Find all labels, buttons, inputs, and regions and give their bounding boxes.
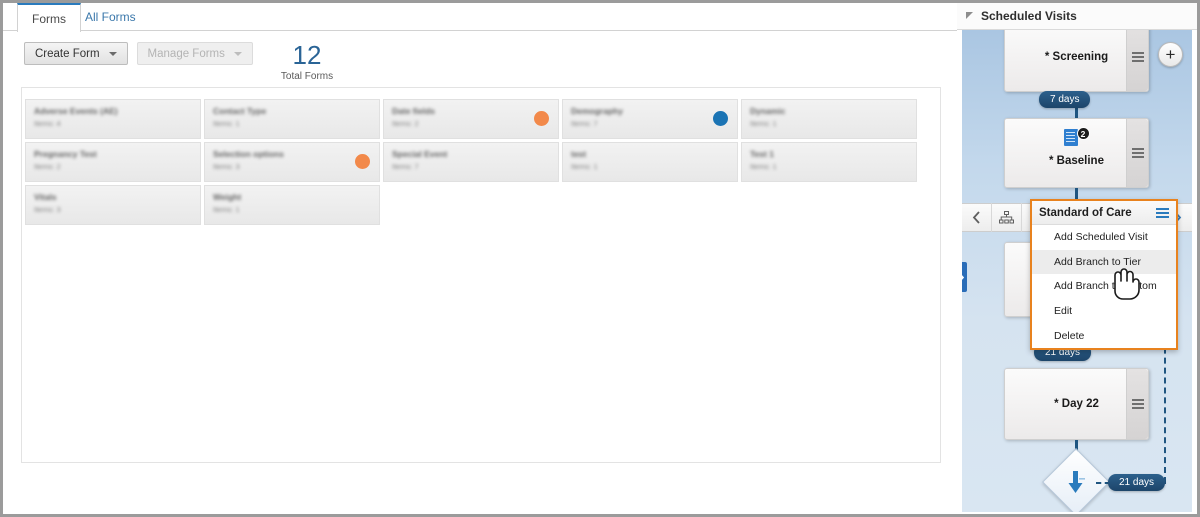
form-card-subtitle: Items: 2	[34, 162, 61, 171]
form-card-subtitle: Items: 3	[34, 205, 61, 214]
form-card[interactable]: Special Event Items: 7	[383, 142, 559, 182]
form-status-dot	[355, 154, 370, 169]
tab-forms-label: Forms	[32, 11, 66, 26]
form-card-subtitle: Items: 4	[34, 119, 61, 128]
chevron-down-icon	[233, 51, 242, 56]
tier-hierarchy-button[interactable]	[992, 203, 1022, 232]
total-forms-count: 12	[292, 40, 322, 70]
document-icon	[1063, 129, 1078, 146]
create-form-button[interactable]: Create Form	[24, 42, 128, 65]
hamburger-icon	[1131, 52, 1144, 62]
context-menu-title: Standard of Care	[1039, 206, 1132, 219]
form-status-dot	[534, 111, 549, 126]
context-menu-items: Add Scheduled Visit Add Branch to Tier Add…	[1032, 225, 1176, 348]
forms-toolbar: Create Form Manage Forms 12 Total Forms	[3, 31, 957, 82]
visit-node-label: * Day 22	[1054, 398, 1099, 410]
tab-all-forms[interactable]: All Forms	[71, 3, 150, 31]
visit-flow-canvas[interactable]: * Screening 7 days 2 * Baseline 21 days …	[962, 30, 1192, 512]
form-card[interactable]: Dynamic Items: 1	[741, 99, 917, 139]
chevron-left-icon	[972, 211, 980, 224]
form-card[interactable]: Adverse Events (AE) Items: 4	[25, 99, 201, 139]
form-card-title: Adverse Events (AE)	[34, 106, 118, 116]
form-card-title: Pregnancy Test	[34, 149, 97, 159]
visit-node-menu-handle[interactable]	[1126, 369, 1148, 439]
hamburger-icon	[1131, 399, 1144, 409]
context-menu-header[interactable]: Standard of Care	[1032, 201, 1176, 225]
form-card-title: Test 1	[750, 149, 774, 159]
visit-node-screening[interactable]: * Screening	[1004, 30, 1149, 92]
hamburger-icon	[1131, 148, 1144, 158]
form-card-subtitle: Items: 2	[392, 119, 419, 128]
form-card-subtitle: Items: 1	[571, 162, 598, 171]
visit-node-day-22[interactable]: * Day 22	[1004, 368, 1149, 440]
form-card-title: Weight	[213, 192, 242, 202]
hierarchy-icon	[999, 211, 1014, 224]
visit-node-baseline[interactable]: 2 * Baseline	[1004, 118, 1149, 188]
form-card-subtitle: Items: 7	[571, 119, 598, 128]
form-card-subtitle: Items: 1	[213, 205, 240, 214]
visit-end-diamond[interactable]	[1042, 448, 1110, 512]
form-card-title: Special Event	[392, 149, 448, 159]
total-forms-label: Total Forms	[280, 71, 334, 82]
scheduled-visits-panel: Scheduled Visits * Screening 7 days 2 * …	[957, 3, 1197, 514]
total-forms-summary: 12 Total Forms	[281, 42, 333, 82]
form-card-subtitle: Items: 1	[213, 119, 240, 128]
form-card[interactable]: Contact Type Items: 1	[204, 99, 380, 139]
visit-node-menu-handle[interactable]	[1126, 30, 1148, 91]
visit-node-menu-handle[interactable]	[1126, 119, 1148, 187]
form-card[interactable]: Demography Items: 7	[562, 99, 738, 139]
prev-tier-button[interactable]	[962, 203, 992, 232]
context-menu-item[interactable]: Delete	[1032, 323, 1176, 348]
chevron-right-icon	[962, 274, 964, 280]
form-card-subtitle: Items: 7	[392, 162, 419, 171]
form-card[interactable]: test Items: 1	[562, 142, 738, 182]
context-menu-item[interactable]: Add Branch to Bottom	[1032, 274, 1176, 299]
collapse-triangle-icon[interactable]	[966, 11, 973, 19]
duration-pill-return: 21 days	[1108, 474, 1166, 491]
form-card-title: Date fields	[392, 106, 435, 116]
form-card[interactable]: Test 1 Items: 1	[741, 142, 917, 182]
forms-card-panel: Adverse Events (AE) Items: 4 Contact Type I…	[21, 87, 941, 463]
form-card-subtitle: Items: 1	[750, 162, 777, 171]
tab-all-forms-label: All Forms	[85, 10, 136, 24]
tab-bar: Forms All Forms	[3, 3, 957, 32]
form-card[interactable]: Date fields Items: 2	[383, 99, 559, 139]
form-card[interactable]: Pregnancy Test Items: 2	[25, 142, 201, 182]
form-card-subtitle: Items: 3	[213, 162, 240, 171]
scheduled-visits-header: Scheduled Visits	[957, 3, 1197, 30]
form-card-title: test	[571, 149, 587, 159]
manage-forms-button[interactable]: Manage Forms	[136, 42, 253, 65]
manage-forms-label: Manage Forms	[147, 47, 225, 60]
create-form-label: Create Form	[35, 47, 100, 60]
form-status-dot	[713, 111, 728, 126]
panel-collapse-handle[interactable]	[962, 262, 967, 292]
form-card-title: Vitals	[34, 192, 57, 202]
duration-pill-screening-baseline: 7 days	[1039, 91, 1091, 108]
context-menu-item[interactable]: Add Branch to Tier	[1032, 249, 1176, 275]
scheduled-visits-title: Scheduled Visits	[981, 9, 1077, 23]
form-card-subtitle: Items: 1	[750, 119, 777, 128]
form-card[interactable]: Weight Items: 1	[204, 185, 380, 225]
forms-region: Forms All Forms Create Form Manage Forms…	[3, 3, 957, 514]
form-card[interactable]: Selection options Items: 3	[204, 142, 380, 182]
visit-node-label: * Screening	[1044, 51, 1109, 63]
form-card-title: Demography	[571, 106, 623, 116]
hamburger-icon[interactable]	[1156, 207, 1169, 218]
app-screenshot: Forms All Forms Create Form Manage Forms…	[0, 0, 1200, 517]
forms-card-grid: Adverse Events (AE) Items: 4 Contact Type I…	[25, 99, 919, 225]
visit-context-menu: Standard of Care Add Scheduled Visit Add …	[1030, 199, 1178, 350]
form-card-title: Dynamic	[750, 106, 786, 116]
add-visit-button[interactable]: +	[1158, 42, 1183, 67]
form-count-badge: 2	[1063, 127, 1090, 147]
context-menu-item[interactable]: Edit	[1032, 298, 1176, 324]
context-menu-item[interactable]: Add Scheduled Visit	[1032, 225, 1176, 250]
visit-node-label: * Baseline	[1049, 155, 1104, 167]
form-card-title: Contact Type	[213, 106, 267, 116]
form-card[interactable]: Vitals Items: 3	[25, 185, 201, 225]
chevron-down-icon	[108, 51, 117, 56]
form-card-title: Selection options	[213, 149, 284, 159]
form-count-value: 2	[1076, 127, 1090, 140]
